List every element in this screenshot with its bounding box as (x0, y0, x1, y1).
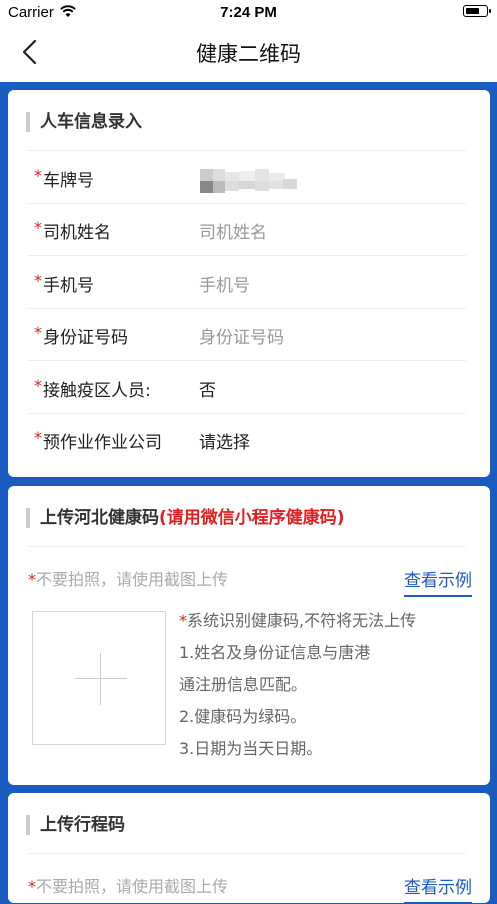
page-title: 健康二维码 (196, 42, 301, 66)
view-example-link[interactable]: 查看示例 (404, 873, 472, 904)
page-content: 人车信息录入 * 车牌号 * 司机姓名 司机姓名 * 手机号 手机号 * 身份证… (0, 82, 497, 904)
upload-notes: *系统识别健康码,不符将无法上传 1.姓名及身份证信息与唐港 通注册信息匹配。 … (179, 610, 416, 770)
note-line: 3.日期为当天日期。 (179, 739, 323, 758)
required-mark: * (34, 428, 42, 447)
view-example-link[interactable]: 查看示例 (404, 566, 472, 597)
trip-code-card: 上传行程码 *不要拍照，请使用截图上传 查看示例 (8, 793, 490, 904)
note-line: 2.健康码为绿码。 (179, 707, 307, 726)
navigation-bar: 健康二维码 (0, 26, 497, 82)
required-mark: * (34, 323, 42, 342)
driver-name-field[interactable]: * 司机姓名 司机姓名 (28, 204, 466, 256)
id-number-label: 身份证号码 (43, 328, 128, 348)
company-select-field[interactable]: * 预作业作业公司 请选择 (28, 414, 466, 466)
plate-number-field[interactable]: * 车牌号 (28, 152, 466, 204)
required-mark: * (34, 218, 42, 237)
note-line: 通注册信息匹配。 (179, 675, 308, 694)
upload-hint: *不要拍照，请使用截图上传 (28, 873, 228, 897)
id-number-input[interactable]: 身份证号码 (199, 323, 284, 348)
plate-number-label: 车牌号 (43, 171, 94, 191)
required-mark: * (34, 376, 42, 395)
epidemic-contact-label: 接触疫区人员: (43, 381, 151, 401)
note-line: *系统识别健康码,不符将无法上传 (179, 611, 417, 630)
add-icon (75, 678, 127, 679)
required-mark: * (34, 166, 42, 185)
id-number-field[interactable]: * 身份证号码 身份证号码 (28, 309, 466, 361)
battery-icon (463, 5, 491, 17)
plate-number-value-blurred[interactable] (200, 169, 300, 193)
health-code-title: 上传河北健康码 (40, 508, 159, 528)
status-time: 7:24 PM (220, 4, 277, 21)
top-bar: Carrier 7:24 PM 健康二维码 (0, 0, 497, 82)
health-code-upload-box[interactable] (32, 611, 166, 745)
section-divider (28, 853, 466, 854)
phone-input[interactable]: 手机号 (199, 271, 250, 296)
upload-hint-text: 不要拍照，请使用截图上传 (36, 877, 229, 896)
driver-name-input[interactable]: 司机姓名 (199, 218, 267, 243)
section-divider (28, 150, 466, 151)
epidemic-contact-value[interactable]: 否 (199, 376, 216, 401)
required-mark: * (28, 570, 36, 589)
company-select-label: 预作业作业公司 (43, 433, 162, 453)
required-mark: * (34, 271, 42, 290)
health-code-card: 上传河北健康码(请用微信小程序健康码) *不要拍照，请使用截图上传 查看示例 *… (8, 486, 490, 785)
phone-label: 手机号 (43, 276, 94, 296)
epidemic-contact-field[interactable]: * 接触疫区人员: 否 (28, 362, 466, 414)
phone-field[interactable]: * 手机号 手机号 (28, 257, 466, 309)
section-title-health-code: 上传河北健康码(请用微信小程序健康码) (26, 508, 345, 528)
company-select-value[interactable]: 请选择 (199, 428, 250, 453)
upload-hint: *不要拍照，请使用截图上传 (28, 566, 228, 590)
status-bar: Carrier 7:24 PM (0, 0, 497, 26)
note-line: 1.姓名及身份证信息与唐港 (179, 643, 371, 662)
upload-hint-text: 不要拍照，请使用截图上传 (36, 570, 229, 589)
driver-name-label: 司机姓名 (43, 223, 111, 243)
section-divider (28, 546, 466, 547)
required-mark: * (28, 877, 36, 896)
health-code-title-note: (请用微信小程序健康码) (159, 508, 345, 528)
vehicle-info-card: 人车信息录入 * 车牌号 * 司机姓名 司机姓名 * 手机号 手机号 * 身份证… (8, 90, 490, 477)
section-title-trip-code: 上传行程码 (26, 815, 125, 835)
section-title-vehicle: 人车信息录入 (26, 112, 142, 132)
